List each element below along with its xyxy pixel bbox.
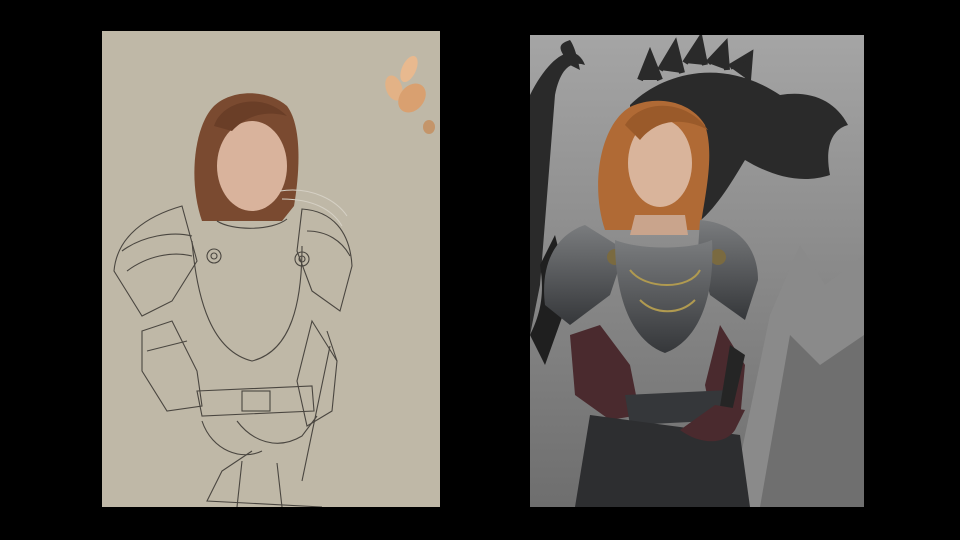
sketch-panel: [102, 31, 440, 507]
final-artwork: [530, 35, 864, 507]
final-painting-panel: [530, 35, 864, 507]
sketch-artwork: [102, 31, 440, 507]
